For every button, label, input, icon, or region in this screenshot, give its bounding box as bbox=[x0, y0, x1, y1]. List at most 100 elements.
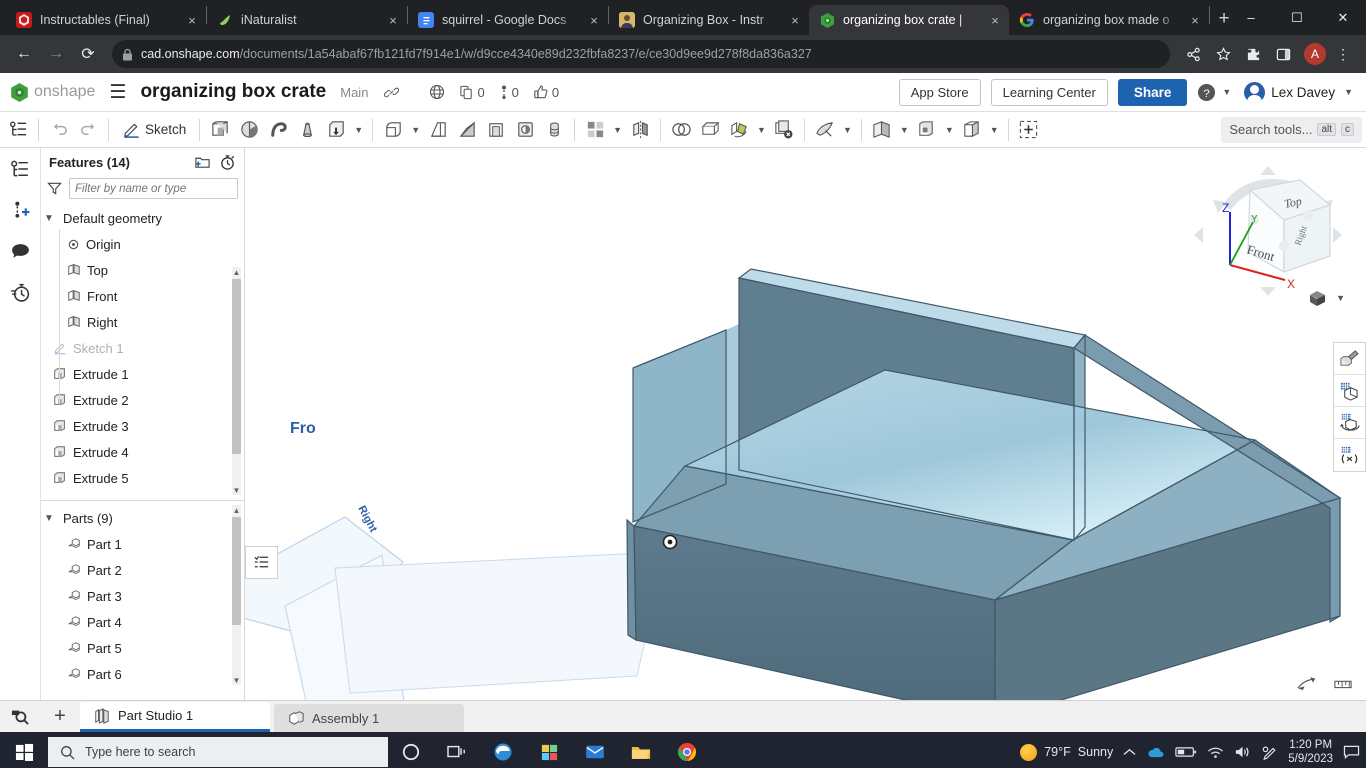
tree-item-origin[interactable]: Origin bbox=[41, 231, 244, 257]
close-icon[interactable]: ✕ bbox=[1320, 0, 1366, 35]
thicken-icon[interactable] bbox=[322, 115, 350, 145]
chevron-down-icon[interactable]: ▼ bbox=[987, 125, 1002, 135]
tree-group-parts[interactable]: ▼ Parts (9) bbox=[41, 505, 244, 531]
add-tab-button[interactable]: + bbox=[40, 700, 80, 732]
extrude-icon[interactable] bbox=[206, 115, 234, 145]
tree-item-front-plane[interactable]: Front bbox=[41, 283, 244, 309]
chevron-down-icon[interactable]: ▼ bbox=[897, 125, 912, 135]
grid-variable-icon[interactable] bbox=[1334, 439, 1365, 471]
browser-tab[interactable]: iNaturalist × bbox=[207, 5, 407, 35]
tab-close-icon[interactable]: × bbox=[385, 13, 401, 28]
tree-item-part-5[interactable]: Part 5 bbox=[41, 635, 244, 661]
tab-close-icon[interactable]: × bbox=[987, 13, 1003, 28]
scroll-down-arrow-icon[interactable]: ▼ bbox=[232, 675, 241, 685]
filter-icon[interactable] bbox=[47, 181, 62, 196]
notifications-icon[interactable] bbox=[1343, 745, 1360, 760]
chevron-down-icon[interactable]: ▼ bbox=[351, 125, 366, 135]
parts-scroll-thumb[interactable] bbox=[232, 517, 241, 625]
learning-center-button[interactable]: Learning Center bbox=[991, 79, 1108, 106]
chevron-down-icon[interactable]: ▼ bbox=[754, 125, 769, 135]
app-store-button[interactable]: App Store bbox=[899, 79, 981, 106]
derived-icon[interactable] bbox=[913, 115, 941, 145]
mail-icon[interactable] bbox=[572, 732, 618, 768]
chevron-down-icon[interactable]: ▼ bbox=[41, 513, 57, 524]
onedrive-icon[interactable] bbox=[1146, 746, 1165, 759]
bookmark-star-icon[interactable] bbox=[1210, 41, 1236, 67]
split-icon[interactable] bbox=[696, 115, 724, 145]
chamfer-icon[interactable] bbox=[424, 115, 452, 145]
part-copy-icon[interactable] bbox=[958, 115, 986, 145]
search-tools-box[interactable]: Search tools... alt c bbox=[1221, 117, 1362, 143]
linear-pattern-icon[interactable] bbox=[581, 115, 609, 145]
chevron-down-icon[interactable]: ▼ bbox=[942, 125, 957, 135]
sheet-metal-icon[interactable] bbox=[811, 115, 839, 145]
tree-item-part-4[interactable]: Part 4 bbox=[41, 609, 244, 635]
browser-menu-icon[interactable]: ⋮ bbox=[1330, 41, 1356, 67]
chevron-down-icon[interactable]: ▼ bbox=[1333, 293, 1348, 303]
parts-scrollbar[interactable]: ▲ ▼ bbox=[232, 505, 241, 685]
share-icon[interactable] bbox=[1180, 41, 1206, 67]
redo-icon[interactable] bbox=[74, 115, 102, 145]
draft-icon[interactable] bbox=[453, 115, 481, 145]
thread-icon[interactable] bbox=[540, 115, 568, 145]
chevron-down-icon[interactable]: ▼ bbox=[1341, 87, 1356, 97]
search-tab-icon[interactable] bbox=[0, 700, 40, 732]
back-icon[interactable]: ← bbox=[10, 40, 38, 68]
start-button[interactable] bbox=[0, 732, 48, 768]
volume-icon[interactable] bbox=[1234, 745, 1251, 759]
add-instance-icon[interactable] bbox=[7, 197, 33, 223]
menu-icon[interactable]: ☰ bbox=[105, 81, 130, 104]
profile-avatar[interactable]: A bbox=[1304, 43, 1326, 65]
globe-icon[interactable] bbox=[429, 84, 445, 100]
rollback-timer-icon[interactable] bbox=[219, 154, 236, 171]
chevron-down-icon[interactable]: ▼ bbox=[1219, 87, 1234, 97]
tree-item-extrude-2[interactable]: Extrude 2 bbox=[41, 387, 244, 413]
task-view-icon[interactable] bbox=[434, 732, 480, 768]
chevron-down-icon[interactable]: ▼ bbox=[408, 125, 423, 135]
chrome-icon[interactable] bbox=[664, 732, 710, 768]
delete-part-icon[interactable] bbox=[770, 115, 798, 145]
tab-close-icon[interactable]: × bbox=[586, 13, 602, 28]
tree-item-part-6[interactable]: Part 6 bbox=[41, 661, 244, 687]
tree-item-extrude-4[interactable]: Extrude 4 bbox=[41, 439, 244, 465]
panel-list-toggle-button[interactable] bbox=[245, 546, 278, 579]
tab-assembly-1[interactable]: Assembly 1 bbox=[274, 704, 464, 732]
tree-group-default-geometry[interactable]: ▼ Default geometry bbox=[41, 205, 244, 231]
history-icon[interactable] bbox=[7, 279, 33, 305]
explorer-icon[interactable] bbox=[618, 732, 664, 768]
browser-tab[interactable]: squirrel - Google Docs × bbox=[408, 5, 608, 35]
feature-list-icon[interactable] bbox=[7, 156, 33, 182]
comments-icon[interactable] bbox=[7, 238, 33, 264]
tree-item-part-1[interactable]: Part 1 bbox=[41, 531, 244, 557]
wifi-icon[interactable] bbox=[1207, 746, 1224, 759]
tree-item-part-2[interactable]: Part 2 bbox=[41, 557, 244, 583]
tree-item-extrude-1[interactable]: Extrude 1 bbox=[41, 361, 244, 387]
tree-item-extrude-3[interactable]: Extrude 3 bbox=[41, 413, 244, 439]
grid-box-icon[interactable] bbox=[1334, 375, 1365, 407]
share-button[interactable]: Share bbox=[1118, 79, 1188, 106]
mirror-icon[interactable] bbox=[626, 115, 654, 145]
onshape-logo[interactable]: onshape bbox=[10, 83, 95, 102]
browser-tab[interactable]: Organizing Box - Instr × bbox=[609, 5, 809, 35]
feature-filter-input[interactable] bbox=[69, 178, 238, 199]
fillet-icon[interactable] bbox=[379, 115, 407, 145]
store-icon[interactable] bbox=[526, 732, 572, 768]
extensions-icon[interactable] bbox=[1240, 41, 1266, 67]
browser-tab[interactable]: organizing box made o × bbox=[1009, 5, 1209, 35]
new-folder-icon[interactable] bbox=[194, 154, 211, 171]
tab-close-icon[interactable]: × bbox=[184, 13, 200, 28]
maximize-icon[interactable]: ☐ bbox=[1274, 0, 1320, 35]
taskbar-search[interactable]: Type here to search bbox=[48, 737, 388, 767]
hole-icon[interactable] bbox=[511, 115, 539, 145]
clock[interactable]: 1:20 PM 5/9/2023 bbox=[1288, 738, 1333, 767]
user-menu[interactable]: Lex Davey ▼ bbox=[1244, 82, 1356, 103]
minimize-icon[interactable]: – bbox=[1228, 0, 1274, 35]
feature-list-toggle-icon[interactable] bbox=[4, 115, 32, 145]
features-scrollbar[interactable]: ▲ ▼ bbox=[232, 267, 241, 495]
tree-item-sketch-1[interactable]: Sketch 1 bbox=[41, 335, 244, 361]
cortana-icon[interactable] bbox=[388, 732, 434, 768]
browser-tab[interactable]: Instructables (Final) × bbox=[6, 5, 206, 35]
show-hidden-icons-icon[interactable] bbox=[1123, 747, 1136, 758]
chevron-down-icon[interactable]: ▼ bbox=[41, 213, 57, 224]
tree-item-part-3[interactable]: Part 3 bbox=[41, 583, 244, 609]
